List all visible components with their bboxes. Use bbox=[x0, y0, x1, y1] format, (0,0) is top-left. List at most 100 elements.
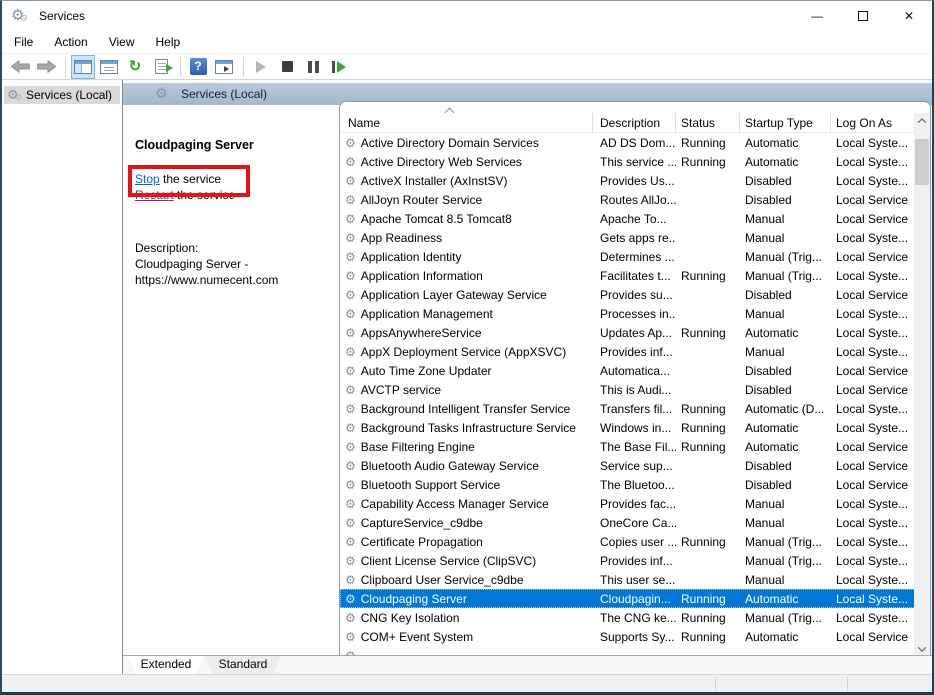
cell-name: Application Identity bbox=[361, 250, 462, 264]
menu-action[interactable]: Action bbox=[54, 35, 87, 49]
table-row[interactable]: ⚙Active Directory Web Services This serv… bbox=[340, 152, 916, 171]
cell-log-on-as: Local Service bbox=[831, 193, 916, 207]
menu-view[interactable]: View bbox=[109, 35, 135, 49]
table-row[interactable]: ⚙Apache Tomcat 8.5 Tomcat8 Apache To... … bbox=[340, 209, 916, 228]
cell-log-on-as: Local Syste... bbox=[831, 307, 916, 321]
table-row[interactable]: ⚙App Readiness Gets apps re... Manual Lo… bbox=[340, 228, 916, 247]
vertical-scrollbar[interactable] bbox=[914, 113, 930, 656]
table-row[interactable]: ⚙Application Identity Determines ... Man… bbox=[340, 247, 916, 266]
table-row[interactable]: ⚙Background Tasks Infrastructure Service… bbox=[340, 418, 916, 437]
table-row[interactable]: ⚙AppX Deployment Service (AppXSVC) Provi… bbox=[340, 342, 916, 361]
table-row[interactable]: ⚙COM+ Event System Supports Sy... Runnin… bbox=[340, 627, 916, 646]
properties-button[interactable] bbox=[97, 55, 121, 79]
show-console-tree-button[interactable] bbox=[71, 55, 95, 79]
table-row[interactable]: ⚙Background Intelligent Transfer Service… bbox=[340, 399, 916, 418]
toolbar-separator bbox=[180, 57, 181, 77]
column-header-log-on-as[interactable]: Log On As bbox=[831, 113, 916, 133]
show-action-pane-button[interactable] bbox=[212, 55, 236, 79]
cell-description: Service sup... bbox=[593, 459, 676, 473]
cell-startup-type: Automatic bbox=[740, 326, 831, 340]
view-tabs-strip: Extended Standard bbox=[123, 655, 932, 674]
cell-status: Running bbox=[676, 630, 740, 644]
table-row[interactable]: ⚙Active Directory Domain Services AD DS … bbox=[340, 133, 916, 152]
close-button[interactable]: ✕ bbox=[886, 1, 932, 31]
sidebar-item-services-local[interactable]: ⚙⚙ Services (Local) bbox=[4, 86, 120, 104]
cell-name: CNG Key Isolation bbox=[361, 611, 460, 625]
column-header-startup-type[interactable]: Startup Type bbox=[740, 113, 831, 133]
service-gear-icon: ⚙ bbox=[345, 327, 356, 339]
description-line-2: https://www.numecent.com bbox=[135, 273, 278, 287]
refresh-button[interactable]: ↻ bbox=[123, 55, 147, 79]
cell-name: ActiveX Installer (AxInstSV) bbox=[361, 174, 508, 188]
service-gear-icon: ⚙ bbox=[345, 308, 356, 320]
status-bar bbox=[2, 674, 932, 692]
cell-log-on-as: Local Syste... bbox=[831, 326, 916, 340]
column-header-description[interactable]: Description bbox=[593, 113, 676, 133]
table-row[interactable]: ⚙Auto Time Zone Updater Automatica... Di… bbox=[340, 361, 916, 380]
start-service-icon bbox=[256, 61, 266, 73]
cell-log-on-as: Local Syste... bbox=[831, 497, 916, 511]
scrollbar-thumb[interactable] bbox=[915, 139, 929, 185]
forward-button[interactable] bbox=[34, 55, 58, 79]
cell-startup-type: Manual (Trig... bbox=[740, 269, 831, 283]
scroll-up-button[interactable] bbox=[914, 113, 930, 128]
tab-standard[interactable]: Standard bbox=[205, 656, 281, 674]
help-button[interactable]: ? bbox=[186, 55, 210, 79]
stop-service-button[interactable] bbox=[275, 55, 299, 79]
back-button[interactable] bbox=[8, 55, 32, 79]
start-service-button[interactable] bbox=[249, 55, 273, 79]
tab-extended[interactable]: Extended bbox=[128, 656, 204, 674]
table-row[interactable]: ⚙Bluetooth Support Service The Bluetoo..… bbox=[340, 475, 916, 494]
cell-log-on-as: Local Syste... bbox=[831, 592, 916, 606]
pause-service-button[interactable] bbox=[301, 55, 325, 79]
cell-description: This service ... bbox=[593, 155, 676, 169]
table-row[interactable]: ⚙Base Filtering Engine The Base Fil... R… bbox=[340, 437, 916, 456]
table-row[interactable]: ⚙CNG Key Isolation The CNG ke... Running… bbox=[340, 608, 916, 627]
cell-log-on-as: Local Syste... bbox=[831, 573, 916, 587]
toolbar-separator bbox=[65, 57, 66, 77]
scroll-down-button[interactable] bbox=[914, 641, 930, 656]
table-row[interactable]: ⚙Client License Service (ClipSVC) Provid… bbox=[340, 551, 916, 570]
column-header-status[interactable]: Status bbox=[676, 113, 740, 133]
maximize-button[interactable] bbox=[840, 1, 886, 31]
restart-service-button[interactable] bbox=[327, 55, 351, 79]
cell-log-on-as: Local Service bbox=[831, 288, 916, 302]
cell-description: Gets apps re... bbox=[593, 231, 676, 245]
cell-name: COM+ Event System bbox=[361, 630, 473, 644]
cell-description: OneCore Ca... bbox=[593, 516, 676, 530]
table-row[interactable]: ⚙Cloudpaging Server Cloudpagin... Runnin… bbox=[340, 589, 916, 608]
cell-description: Routes AllJo... bbox=[593, 193, 676, 207]
table-row[interactable]: ⚙AllJoyn Router Service Routes AllJo... … bbox=[340, 190, 916, 209]
table-row[interactable]: ⚙Application Layer Gateway Service Provi… bbox=[340, 285, 916, 304]
cell-status: Running bbox=[676, 326, 740, 340]
cell-log-on-as: Local Syste... bbox=[831, 402, 916, 416]
table-row[interactable]: ⚙AVCTP service This is Audi... Disabled … bbox=[340, 380, 916, 399]
export-list-button[interactable] bbox=[149, 55, 173, 79]
console-tree-pane: ⚙⚙ Services (Local) bbox=[2, 80, 123, 674]
table-row[interactable]: ⚙Capability Access Manager Service Provi… bbox=[340, 494, 916, 513]
table-row[interactable]: ⚙CaptureService_c9dbe OneCore Ca... Manu… bbox=[340, 513, 916, 532]
maximize-icon bbox=[858, 11, 868, 21]
table-row[interactable]: ⚙Certificate Propagation Copies user ...… bbox=[340, 532, 916, 551]
cell-description: Cloudpagin... bbox=[593, 592, 676, 606]
results-header-label: Services (Local) bbox=[181, 87, 267, 101]
table-row[interactable]: ⚙Bluetooth Audio Gateway Service Service… bbox=[340, 456, 916, 475]
minimize-button[interactable]: — bbox=[794, 1, 840, 31]
back-icon bbox=[11, 60, 30, 73]
table-row[interactable]: ⚙ActiveX Installer (AxInstSV) Provides U… bbox=[340, 171, 916, 190]
cell-description: This is Audi... bbox=[593, 383, 676, 397]
menu-help[interactable]: Help bbox=[156, 35, 181, 49]
minimize-icon: — bbox=[811, 9, 823, 23]
restart-service-link[interactable]: Restart bbox=[135, 188, 174, 202]
cell-status: Running bbox=[676, 269, 740, 283]
sidebar-item-label: Services (Local) bbox=[26, 88, 112, 102]
column-header-name[interactable]: Name bbox=[340, 113, 593, 133]
stop-service-link[interactable]: Stop bbox=[135, 172, 160, 186]
service-gear-icon: ⚙ bbox=[345, 232, 356, 244]
cell-startup-type: Disabled bbox=[740, 459, 831, 473]
table-row[interactable]: ⚙Application Management Processes in... … bbox=[340, 304, 916, 323]
table-row[interactable]: ⚙Application Information Facilitates t..… bbox=[340, 266, 916, 285]
menu-file[interactable]: File bbox=[14, 35, 33, 49]
table-row[interactable]: ⚙AppsAnywhereService Updates Ap... Runni… bbox=[340, 323, 916, 342]
table-row[interactable]: ⚙Clipboard User Service_c9dbe This user … bbox=[340, 570, 916, 589]
